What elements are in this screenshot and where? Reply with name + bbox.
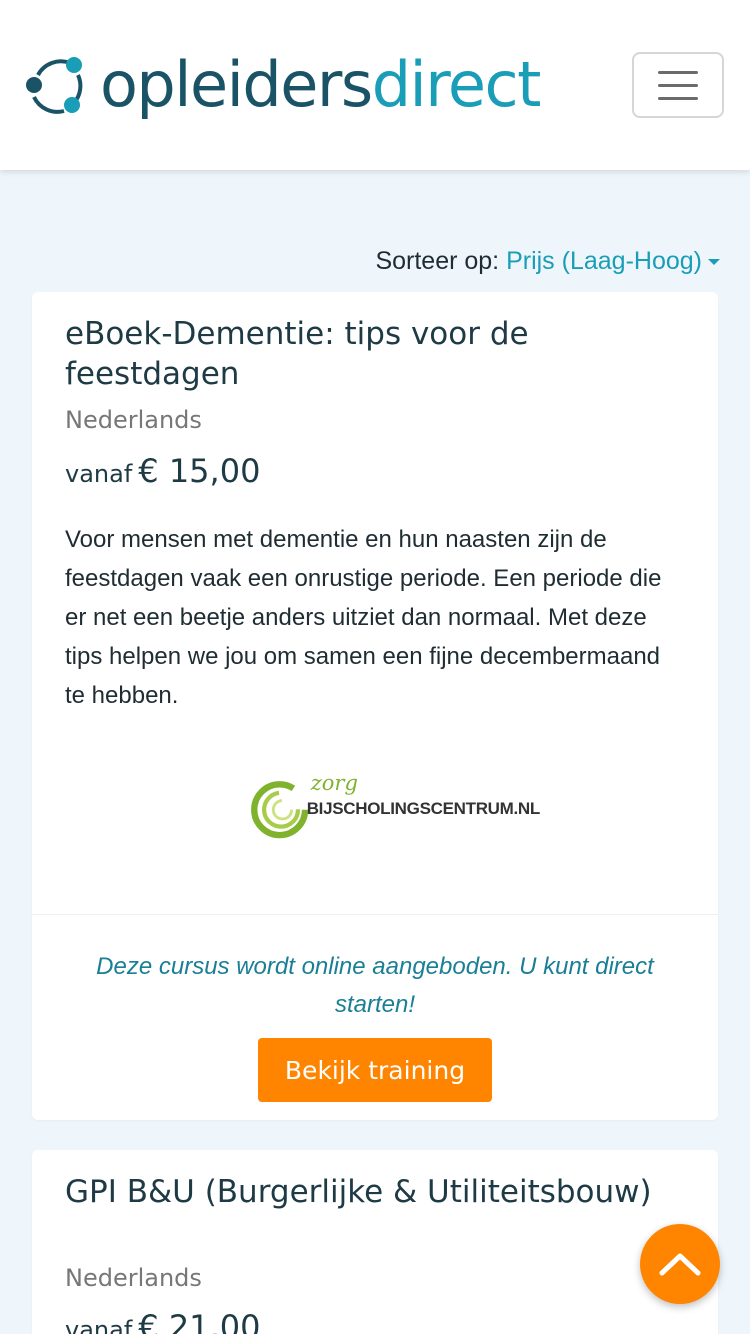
sort-control[interactable]: Sorteer op: Prijs (Laag-Hoog) (375, 247, 720, 276)
logo-mark-icon (26, 57, 83, 114)
online-note: Deze cursus wordt online aangeboden. U k… (96, 953, 654, 1018)
price-amount: € 21,00 (138, 1308, 261, 1334)
sort-label: Sorteer op: (375, 247, 500, 275)
price-prefix: vanaf (65, 1316, 133, 1334)
view-training-button[interactable]: Bekijk training (258, 1038, 492, 1102)
course-title[interactable]: GPI B&U (Burgerlijke & Utiliteitsbouw) (65, 1172, 665, 1212)
caret-down-icon[interactable] (708, 259, 720, 266)
course-language: Nederlands (65, 406, 202, 434)
card-divider (32, 914, 718, 915)
course-title[interactable]: eBoek-Dementie: tips voor de feestdagen (65, 314, 665, 394)
logo-text-part1: opleiders (100, 48, 373, 121)
sort-dropdown[interactable]: Prijs (Laag-Hoog) (506, 247, 702, 275)
provider-swirl-icon (251, 781, 309, 839)
provider-name: zorg BIJSCHOLINGSCENTRUM.NL (306, 771, 541, 819)
provider-logo[interactable]: zorg BIJSCHOLINGSCENTRUM.NL (250, 764, 540, 854)
hamburger-icon-bar (658, 96, 698, 100)
course-card: eBoek-Dementie: tips voor de feestdagen … (32, 292, 718, 1120)
scroll-to-top-button[interactable] (640, 1224, 720, 1304)
logo-text: opleidersdirect (100, 54, 541, 116)
site-header: opleidersdirect (0, 0, 750, 170)
price-amount: € 15,00 (138, 452, 261, 490)
provider-logo-name: BIJSCHOLINGSCENTRUM.NL (306, 799, 541, 818)
logo-text-part2: direct (371, 48, 542, 121)
site-logo[interactable]: opleidersdirect (24, 50, 541, 120)
hamburger-icon-bar (658, 70, 698, 74)
course-price: vanaf € 21,00 (65, 1308, 260, 1334)
course-language: Nederlands (65, 1264, 202, 1292)
price-prefix: vanaf (65, 460, 133, 488)
chevron-up-icon (659, 1253, 701, 1276)
provider-logo-top: zorg (310, 771, 358, 795)
menu-toggle-button[interactable] (632, 52, 724, 118)
course-description: Voor mensen met dementie en hun naasten … (65, 526, 662, 709)
course-card: GPI B&U (Burgerlijke & Utiliteitsbouw) N… (32, 1150, 718, 1334)
hamburger-icon-bar (658, 83, 698, 87)
course-price: vanaf € 15,00 (65, 452, 260, 490)
